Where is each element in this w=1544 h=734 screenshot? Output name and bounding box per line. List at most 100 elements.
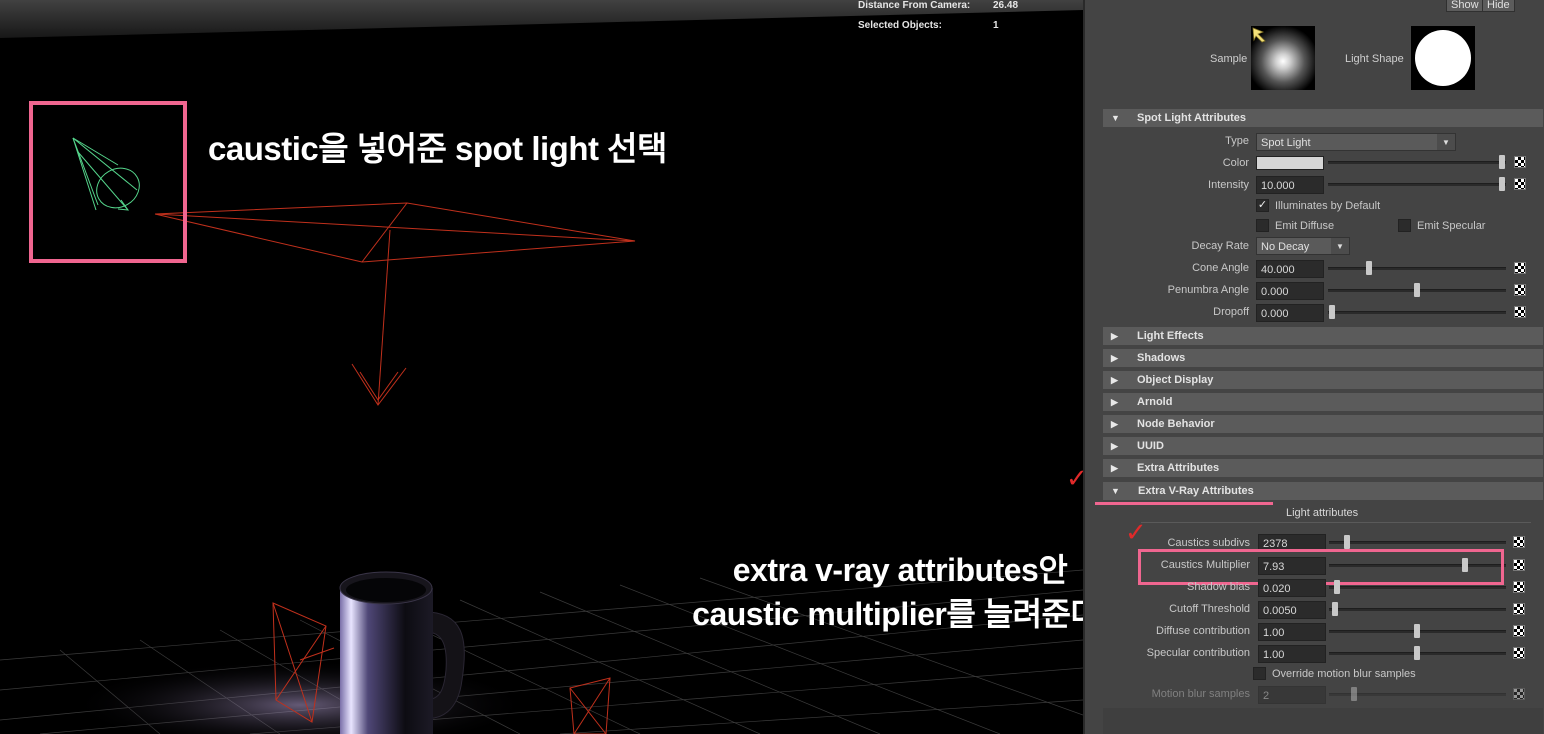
- cone-angle-field[interactable]: 40.000: [1256, 260, 1324, 278]
- intensity-slider-handle[interactable]: [1499, 177, 1505, 191]
- diffuse-contribution-map-button-icon[interactable]: [1513, 625, 1525, 637]
- diffuse-contribution-field[interactable]: 1.00: [1258, 623, 1326, 641]
- light-bulb-icon: [1252, 27, 1266, 43]
- section-object-display[interactable]: ▶ Object Display: [1103, 371, 1543, 389]
- show-button[interactable]: Show: [1446, 0, 1484, 12]
- section-extra-vray-attributes[interactable]: ▼ Extra V-Ray Attributes: [1103, 482, 1543, 500]
- section-light-effects[interactable]: ▶ Light Effects: [1103, 327, 1543, 345]
- penumbra-slider-handle[interactable]: [1414, 283, 1420, 297]
- shadow-bias-slider-handle[interactable]: [1334, 580, 1340, 594]
- type-dropdown[interactable]: Spot Light ▼: [1256, 133, 1456, 151]
- section-title: Shadows: [1137, 352, 1186, 364]
- 3d-viewport[interactable]: Distance From Camera: 26.48 Selected Obj…: [0, 0, 1083, 734]
- hud-distance-value: 26.48: [993, 0, 1019, 11]
- diffuse-contribution-slider-handle[interactable]: [1414, 624, 1420, 638]
- cutoff-threshold-slider-track[interactable]: [1329, 608, 1506, 611]
- caustics-subdivs-map-button-icon[interactable]: [1513, 536, 1525, 548]
- cone-angle-slider-handle[interactable]: [1366, 261, 1372, 275]
- caustics-multiplier-map-button-icon[interactable]: [1513, 559, 1525, 571]
- caustics-subdivs-slider-handle[interactable]: [1344, 535, 1350, 549]
- intensity-map-button-icon[interactable]: [1514, 178, 1526, 190]
- specular-contribution-map-button-icon[interactable]: [1513, 647, 1525, 659]
- intensity-slider-track[interactable]: [1328, 183, 1506, 186]
- section-extra-attributes[interactable]: ▶ Extra Attributes: [1103, 459, 1543, 477]
- section-title: Spot Light Attributes: [1137, 112, 1246, 124]
- section-title: Object Display: [1137, 374, 1214, 386]
- section-shadows[interactable]: ▶ Shadows: [1103, 349, 1543, 367]
- intensity-label: Intensity: [1208, 179, 1249, 191]
- intensity-field[interactable]: 10.000: [1256, 176, 1324, 194]
- cone-angle-map-button-icon[interactable]: [1514, 262, 1526, 274]
- emit-specular-checkbox[interactable]: [1398, 219, 1411, 232]
- section-arnold[interactable]: ▶ Arnold: [1103, 393, 1543, 411]
- penumbra-field[interactable]: 0.000: [1256, 282, 1324, 300]
- expand-arrow-icon: ▶: [1111, 353, 1118, 363]
- shadow-bias-map-button-icon[interactable]: [1513, 581, 1525, 593]
- dropoff-label: Dropoff: [1213, 306, 1249, 318]
- attribute-editor-panel: Show Hide Sample Light Shape ▼ Spot Ligh…: [1083, 0, 1544, 734]
- section-title: Arnold: [1137, 396, 1173, 408]
- section-title: Node Behavior: [1137, 418, 1215, 430]
- expand-arrow-icon: ▼: [1111, 113, 1120, 123]
- emit-diffuse-label: Emit Diffuse: [1275, 220, 1335, 232]
- area-light-outline: [154, 202, 636, 406]
- color-swatch-field[interactable]: [1256, 156, 1324, 170]
- emit-specular-label: Emit Specular: [1417, 220, 1486, 232]
- dropoff-slider-handle[interactable]: [1329, 305, 1335, 319]
- section-node-behavior[interactable]: ▶ Node Behavior: [1103, 415, 1543, 433]
- motion-blur-samples-field[interactable]: 2: [1258, 686, 1326, 704]
- vray-section-underline: [1095, 502, 1273, 505]
- light-shape-swatch[interactable]: [1411, 26, 1475, 90]
- dropoff-field[interactable]: 0.000: [1256, 304, 1324, 322]
- caustics-subdivs-slider-track[interactable]: [1329, 541, 1506, 544]
- section-uuid[interactable]: ▶ UUID: [1103, 437, 1543, 455]
- light-attributes-heading: Light attributes: [1286, 507, 1359, 519]
- illuminates-checkbox[interactable]: ✓: [1256, 199, 1269, 212]
- chevron-down-icon: ▼: [1331, 238, 1349, 254]
- hud-distance-label: Distance From Camera:: [858, 0, 971, 11]
- emit-diffuse-checkbox[interactable]: [1256, 219, 1269, 232]
- specular-contribution-slider-handle[interactable]: [1414, 646, 1420, 660]
- dropoff-map-button-icon[interactable]: [1514, 306, 1526, 318]
- penumbra-map-button-icon[interactable]: [1514, 284, 1526, 296]
- cutoff-threshold-slider-handle[interactable]: [1332, 602, 1338, 616]
- decay-dropdown[interactable]: No Decay ▼: [1256, 237, 1350, 255]
- penumbra-label: Penumbra Angle: [1167, 284, 1249, 296]
- expand-arrow-icon: ▶: [1111, 331, 1118, 341]
- motion-blur-samples-slider-handle[interactable]: [1351, 687, 1357, 701]
- expand-arrow-icon: ▶: [1111, 441, 1118, 451]
- cone-angle-slider-track[interactable]: [1328, 267, 1506, 270]
- app-root: Distance From Camera: 26.48 Selected Obj…: [0, 0, 1544, 734]
- shadow-bias-slider-track[interactable]: [1329, 586, 1506, 589]
- section-spot-light-attributes[interactable]: ▼ Spot Light Attributes: [1103, 109, 1543, 127]
- color-map-button-icon[interactable]: [1514, 156, 1526, 168]
- sample-label: Sample: [1210, 53, 1248, 65]
- shadow-bias-field[interactable]: 0.020: [1258, 579, 1326, 597]
- chevron-down-icon: ▼: [1437, 134, 1455, 150]
- hide-button[interactable]: Hide: [1482, 0, 1515, 12]
- hud-selected-value: 1: [993, 20, 999, 31]
- shadow-bias-label: Shadow bias: [1187, 581, 1250, 593]
- type-label: Type: [1225, 135, 1249, 147]
- mug-model: [339, 571, 465, 734]
- cutoff-threshold-map-button-icon[interactable]: [1513, 603, 1525, 615]
- section-title: Light Effects: [1137, 330, 1204, 342]
- sample-swatch[interactable]: [1251, 26, 1315, 90]
- color-slider-track[interactable]: [1328, 161, 1506, 164]
- motion-blur-samples-map-button-icon[interactable]: [1513, 688, 1525, 700]
- section-title: Extra Attributes: [1137, 462, 1220, 474]
- expand-arrow-icon: ▼: [1111, 486, 1120, 496]
- specular-contribution-label: Specular contribution: [1146, 647, 1250, 659]
- expand-arrow-icon: ▶: [1111, 463, 1118, 473]
- hud-selected: Selected Objects: 1: [858, 20, 1058, 33]
- hud-selected-label: Selected Objects:: [858, 20, 942, 31]
- override-motion-blur-checkbox[interactable]: [1253, 667, 1266, 680]
- specular-contribution-field[interactable]: 1.00: [1258, 645, 1326, 663]
- divider: [1141, 522, 1531, 523]
- override-motion-blur-label: Override motion blur samples: [1272, 668, 1416, 680]
- cutoff-threshold-field[interactable]: 0.0050: [1258, 601, 1326, 619]
- dropoff-slider-track[interactable]: [1328, 311, 1506, 314]
- color-slider-handle[interactable]: [1499, 155, 1505, 169]
- cone-angle-label: Cone Angle: [1192, 262, 1249, 274]
- motion-blur-samples-label: Motion blur samples: [1151, 688, 1250, 700]
